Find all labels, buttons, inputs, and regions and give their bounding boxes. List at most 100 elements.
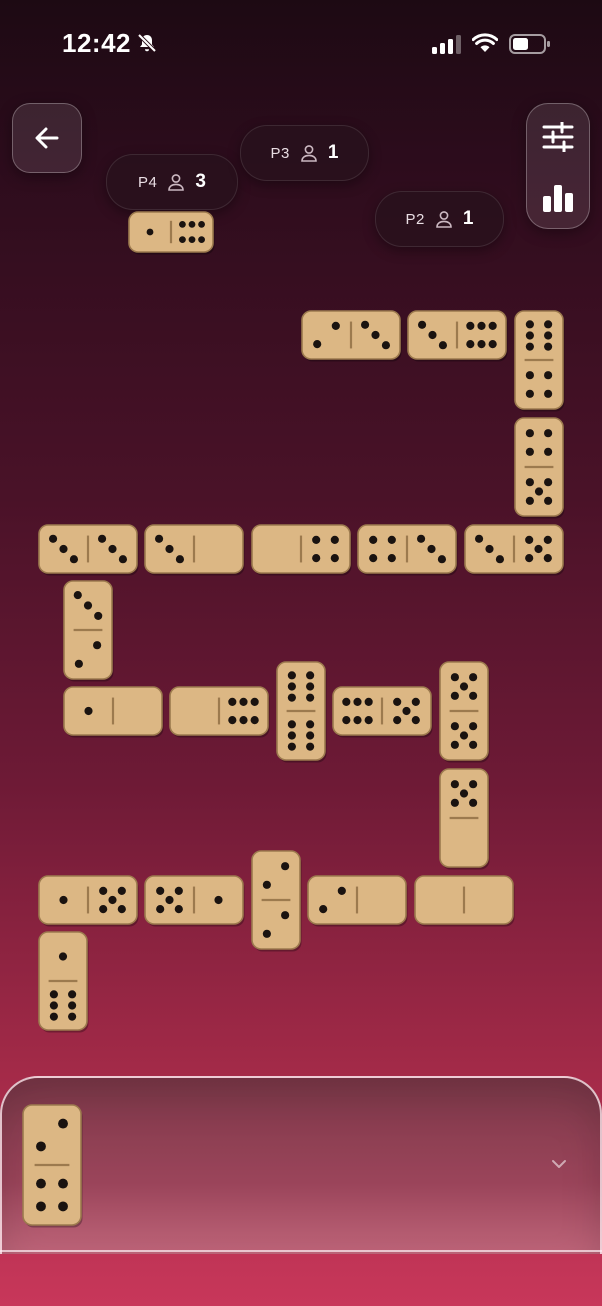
- pip: [544, 331, 553, 340]
- pip: [525, 389, 534, 398]
- pip: [175, 555, 185, 564]
- pip: [534, 544, 543, 554]
- pip: [306, 671, 315, 680]
- pip: [250, 716, 259, 725]
- pip: [156, 905, 165, 914]
- pip: [287, 731, 296, 740]
- pip: [179, 221, 186, 228]
- pip: [239, 716, 248, 725]
- board-domino: [169, 686, 270, 738]
- pip: [330, 554, 339, 563]
- pip: [544, 478, 553, 487]
- pip: [117, 886, 126, 895]
- pip: [369, 554, 378, 563]
- pip: [353, 697, 362, 706]
- pip: [68, 1001, 77, 1010]
- pip: [165, 544, 174, 554]
- pip: [417, 320, 427, 329]
- pip: [281, 862, 290, 871]
- pip: [36, 1141, 46, 1152]
- pip: [544, 447, 553, 456]
- pip: [337, 886, 346, 895]
- board-domino: [439, 661, 490, 763]
- board-domino: [414, 875, 515, 927]
- pip: [48, 534, 58, 543]
- pip: [99, 886, 108, 895]
- pip: [387, 554, 396, 563]
- pip: [544, 342, 553, 351]
- pip: [49, 1001, 58, 1010]
- pip: [525, 478, 534, 487]
- pip: [411, 697, 420, 706]
- board-domino: [38, 875, 139, 927]
- pip: [262, 880, 271, 889]
- pip: [525, 429, 534, 438]
- pip: [466, 321, 475, 330]
- pip: [416, 534, 426, 543]
- pip: [312, 554, 321, 563]
- pip: [459, 789, 469, 798]
- pip: [450, 740, 459, 749]
- pip: [393, 697, 402, 706]
- pip: [287, 671, 296, 680]
- pip: [108, 895, 117, 905]
- pip: [353, 716, 362, 725]
- pip: [287, 693, 296, 702]
- pip: [179, 236, 186, 244]
- pip: [228, 716, 237, 725]
- pip: [525, 535, 534, 544]
- pip: [59, 895, 68, 905]
- pip: [402, 706, 411, 716]
- pip: [214, 895, 223, 905]
- pip: [84, 706, 93, 716]
- pip: [342, 697, 351, 706]
- board-domino: [407, 310, 508, 362]
- pip: [488, 321, 497, 330]
- hand-domino[interactable]: [22, 1104, 83, 1228]
- pip: [469, 722, 478, 731]
- pip: [469, 798, 478, 807]
- pip: [69, 555, 79, 564]
- pip: [477, 340, 486, 349]
- pip: [450, 798, 459, 807]
- pip: [525, 554, 534, 563]
- board-domino: [251, 524, 352, 576]
- pip: [68, 990, 77, 999]
- pip: [228, 697, 237, 706]
- board-domino: [63, 686, 164, 738]
- pip: [74, 659, 83, 668]
- board-domino: [514, 310, 565, 412]
- pip: [381, 341, 391, 350]
- pip: [306, 720, 315, 729]
- pip: [525, 371, 534, 380]
- pip: [437, 555, 447, 564]
- pip: [477, 321, 486, 330]
- pip: [534, 487, 544, 496]
- pip: [146, 228, 154, 236]
- pip: [387, 535, 396, 544]
- pip: [58, 1201, 68, 1212]
- pip: [262, 929, 271, 938]
- pip: [93, 641, 102, 650]
- board-domino: [144, 875, 245, 927]
- pip: [450, 780, 459, 789]
- board-domino: [301, 310, 402, 362]
- pip: [525, 320, 534, 329]
- pip: [525, 331, 534, 340]
- pip: [364, 697, 373, 706]
- pip: [49, 1012, 58, 1021]
- pip: [488, 340, 497, 349]
- pip: [466, 340, 475, 349]
- pip: [174, 886, 183, 895]
- board-domino: [332, 686, 433, 738]
- pip: [364, 716, 373, 725]
- pip: [544, 371, 553, 380]
- pip: [59, 544, 68, 554]
- pip: [198, 221, 205, 228]
- pip: [411, 716, 420, 725]
- pip: [438, 341, 448, 350]
- pip: [154, 534, 164, 543]
- pip: [469, 740, 478, 749]
- pip: [83, 601, 93, 610]
- pip: [99, 905, 108, 914]
